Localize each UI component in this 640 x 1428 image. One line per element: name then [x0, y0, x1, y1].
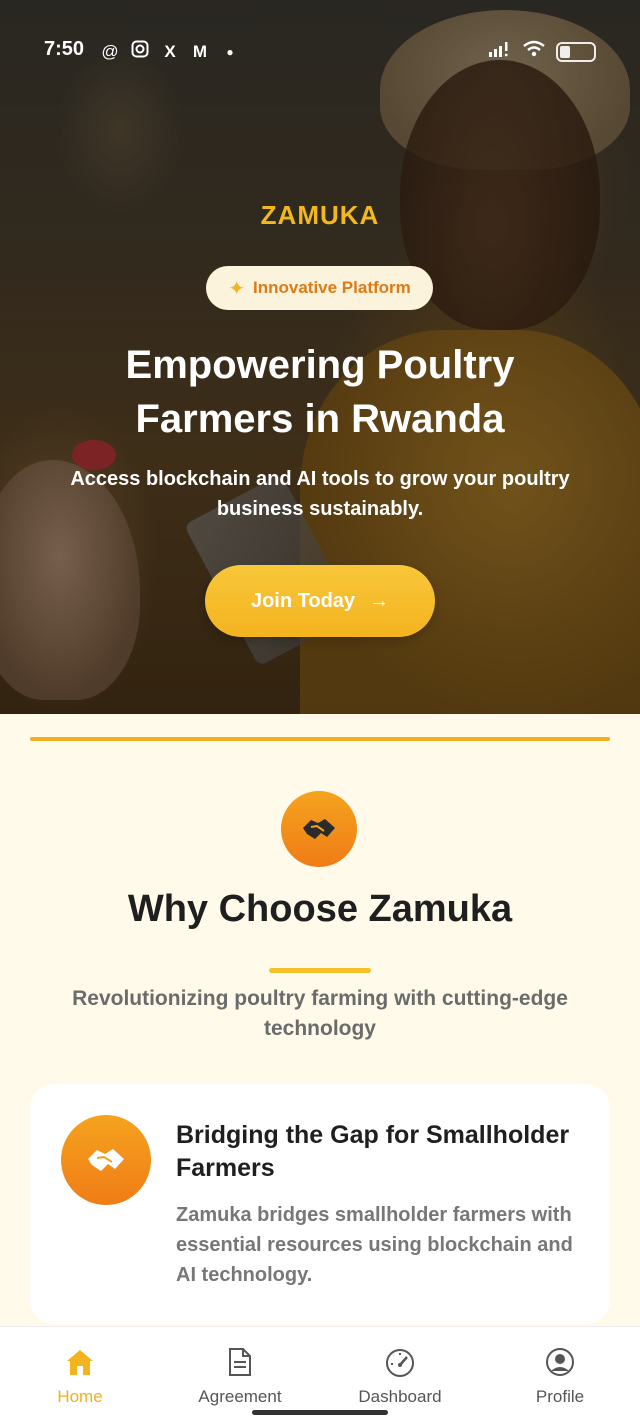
zamuka-logo: ZAMUKA [260, 200, 380, 230]
battery-icon [556, 41, 596, 62]
arrow-right-icon: → [369, 589, 390, 612]
nav-label-home: Home [57, 1387, 103, 1406]
nav-label-agreement: Agreement [198, 1387, 282, 1406]
handshake-icon [281, 791, 357, 867]
document-icon [160, 1345, 320, 1379]
status-system-icons [488, 40, 596, 63]
home-indicator[interactable] [252, 1410, 388, 1415]
join-today-label: Join Today [250, 589, 356, 612]
section-title: Why Choose Zamuka [127, 888, 513, 930]
wifi-icon [522, 40, 546, 63]
nav-label-dashboard: Dashboard [358, 1387, 442, 1406]
join-today-button[interactable]: Join Today → [205, 565, 435, 637]
instagram-icon [130, 40, 150, 63]
nav-label-profile: Profile [535, 1387, 585, 1406]
speedometer-icon [320, 1345, 480, 1379]
badge-label: Innovative Platform [253, 278, 411, 297]
x-icon: X [164, 41, 176, 61]
hero-title-line-2: Farmers in Rwanda [135, 397, 505, 441]
hero-title: Empowering Poultry Farmers in Rwanda [40, 338, 600, 446]
sparkle-icon: ✦ [228, 277, 245, 300]
feature-card: Bridging the Gap for Smallholder Farmers… [30, 1084, 610, 1324]
section-subtitle: Revolutionizing poultry farming with cut… [72, 987, 568, 1040]
handshake-icon [61, 1115, 151, 1205]
home-icon [0, 1345, 160, 1379]
signal-icon [488, 40, 512, 63]
dot-icon: ● [226, 44, 234, 59]
feature-description: Zamuka bridges smallholder farmers with … [176, 1204, 573, 1286]
feature-title: Bridging the Gap for Smallholder Farmers [176, 1121, 570, 1182]
status-bar: 7:50 @ X M ● [0, 0, 640, 100]
threads-icon: @ [101, 41, 119, 61]
section-divider [30, 737, 610, 741]
hero-title-line-1: Empowering Poultry [125, 343, 515, 387]
section-title-underline [269, 968, 371, 973]
nav-item-home[interactable]: Home [0, 1345, 160, 1407]
hero-banner: 7:50 @ X M ● ZAMUKA ✦ Innovative Platfor… [0, 0, 640, 714]
nav-item-dashboard[interactable]: Dashboard [320, 1345, 480, 1407]
gmail-icon: M [192, 41, 208, 61]
nav-item-agreement[interactable]: Agreement [160, 1345, 320, 1407]
status-time: 7:50 [44, 38, 85, 60]
profile-icon [480, 1345, 640, 1379]
hero-subtitle: Access blockchain and AI tools to grow y… [70, 468, 570, 520]
status-notification-icons: @ X M ● [100, 40, 240, 63]
nav-item-profile[interactable]: Profile [480, 1345, 640, 1407]
innovative-platform-badge: ✦ Innovative Platform [206, 266, 433, 310]
